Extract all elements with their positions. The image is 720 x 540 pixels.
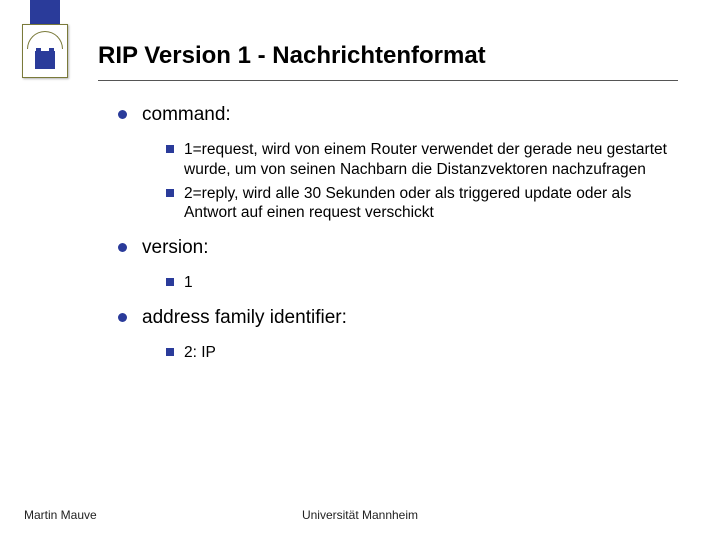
subbullet-command-request: 1=request, wird von einem Router verwend… <box>166 140 678 180</box>
bullet-afi: address family identifier: 2: IP <box>118 307 678 363</box>
subbullet-text: 2=reply, wird alle 30 Sekunden oder als … <box>184 185 631 222</box>
bullet-dot-icon <box>118 110 127 119</box>
bullet-command: command: 1=request, wird von einem Route… <box>118 104 678 223</box>
subbullet-afi-value: 2: IP <box>166 343 678 363</box>
subbullet-square-icon <box>166 278 174 286</box>
bullet-label: version: <box>142 237 209 258</box>
seal-castle-icon <box>35 51 55 69</box>
subbullet-text: 1 <box>184 274 193 291</box>
footer-left: Martin Mauve <box>24 508 97 522</box>
slide-body: command: 1=request, wird von einem Route… <box>118 104 678 377</box>
subbullet-command-reply: 2=reply, wird alle 30 Sekunden oder als … <box>166 184 678 224</box>
subbullet-square-icon <box>166 145 174 153</box>
subbullet-text: 2: IP <box>184 344 216 361</box>
university-seal-logo <box>22 24 68 78</box>
seal-arc-icon <box>27 31 63 49</box>
bullet-label: address family identifier: <box>142 307 347 328</box>
subbullet-square-icon <box>166 348 174 356</box>
slide-title: RIP Version 1 - Nachrichtenformat <box>98 42 486 70</box>
footer-center: Universität Mannheim <box>0 508 720 522</box>
subbullet-text: 1=request, wird von einem Router verwend… <box>184 141 667 178</box>
subbullet-square-icon <box>166 189 174 197</box>
bullet-version: version: 1 <box>118 237 678 293</box>
title-divider <box>98 80 678 81</box>
bullet-dot-icon <box>118 243 127 252</box>
bullet-label: command: <box>142 104 231 125</box>
subbullet-version-value: 1 <box>166 273 678 293</box>
bullet-dot-icon <box>118 313 127 322</box>
